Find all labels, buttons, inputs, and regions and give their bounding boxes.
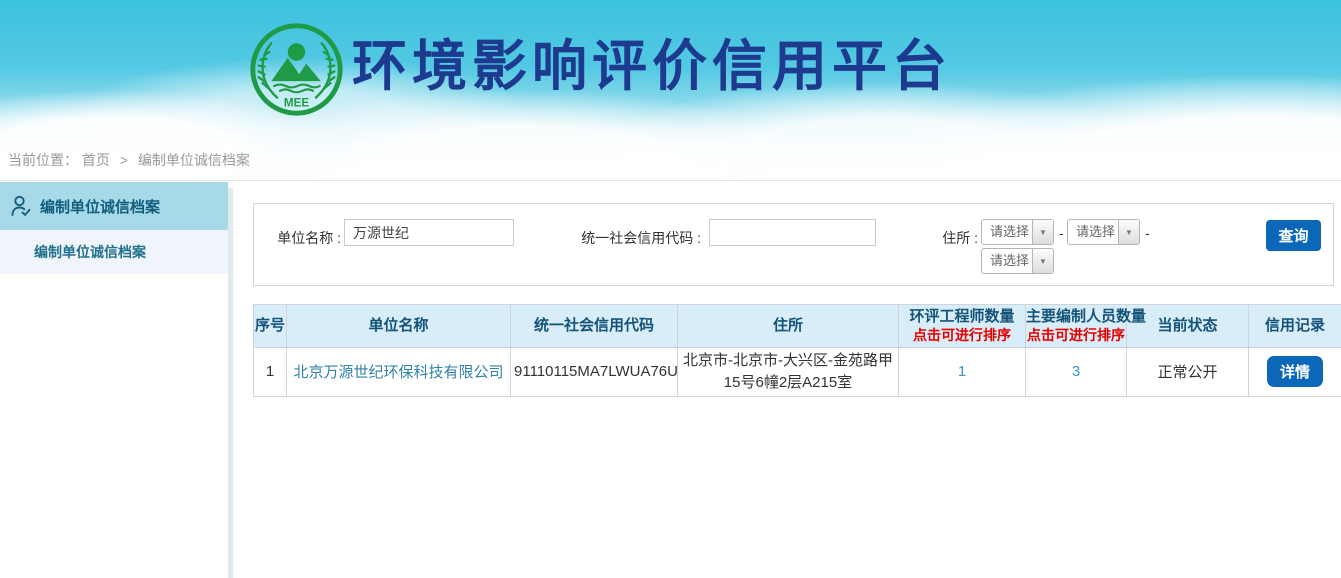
dropdown-arrow-icon[interactable]: ▼ [1032, 220, 1053, 244]
cell-address: 北京市-北京市-大兴区-金苑路甲15号6幢2层A215室 [678, 348, 899, 397]
col-header-credit-code: 统一社会信用代码 [511, 305, 678, 348]
detail-button[interactable]: 详情 [1267, 356, 1323, 387]
engineer-count-link[interactable]: 1 [958, 363, 966, 380]
province-select[interactable]: 请选择 ▼ [981, 219, 1054, 245]
credit-code-input[interactable] [709, 219, 876, 246]
breadcrumb: 当前位置： 首页 > 编制单位诚信档案 [8, 150, 250, 170]
col-header-staff-count[interactable]: 主要编制人员数量 点击可进行排序 [1026, 305, 1127, 348]
dropdown-arrow-icon[interactable]: ▼ [1118, 220, 1139, 244]
unit-name-label: 单位名称 : [264, 228, 341, 248]
table-header-row: 序号 单位名称 统一社会信用代码 住所 环评工程师数量 点击可进行排序 主要编制… [254, 305, 1341, 348]
cell-status: 正常公开 [1127, 348, 1249, 397]
sort-hint[interactable]: 点击可进行排序 [1026, 327, 1126, 345]
col-header-engineer-count[interactable]: 环评工程师数量 点击可进行排序 [899, 305, 1026, 348]
breadcrumb-separator: > [120, 152, 128, 168]
breadcrumb-label: 当前位置： [8, 152, 78, 168]
sidebar: 编制单位诚信档案 编制单位诚信档案 [0, 182, 228, 578]
city-select[interactable]: 请选择 ▼ [1067, 219, 1140, 245]
sort-hint[interactable]: 点击可进行排序 [899, 327, 1025, 345]
sidebar-item-label: 编制单位诚信档案 [40, 196, 160, 217]
col-header-index: 序号 [254, 305, 287, 348]
address-label: 住所 : [898, 228, 978, 248]
staff-count-link[interactable]: 3 [1072, 363, 1080, 380]
breadcrumb-home-link[interactable]: 首页 [82, 152, 110, 168]
col-header-credit-record: 信用记录 [1249, 305, 1341, 348]
person-check-icon [9, 194, 33, 218]
sidebar-subitem-label: 编制单位诚信档案 [34, 242, 146, 262]
mee-logo: MEE [248, 21, 345, 118]
unit-name-input[interactable] [344, 219, 514, 246]
company-name-link[interactable]: 北京万源世纪环保科技有限公司 [293, 364, 503, 381]
site-title: 环境影响评价信用平台 [352, 34, 952, 98]
address-dash-1: - [1059, 225, 1064, 241]
district-select-value: 请选择 [982, 249, 1032, 273]
col-header-address: 住所 [678, 305, 899, 348]
city-select-value: 请选择 [1068, 220, 1118, 244]
district-select[interactable]: 请选择 ▼ [981, 248, 1054, 274]
sidebar-subitem-unit-credit-archive[interactable]: 编制单位诚信档案 [0, 230, 228, 274]
col-header-unit-name: 单位名称 [287, 305, 511, 348]
svg-text:MEE: MEE [284, 96, 309, 109]
results-table: 序号 单位名称 统一社会信用代码 住所 环评工程师数量 点击可进行排序 主要编制… [253, 304, 1341, 397]
province-select-value: 请选择 [982, 220, 1032, 244]
sidebar-item-unit-credit-archive[interactable]: 编制单位诚信档案 [0, 182, 228, 230]
breadcrumb-current: 编制单位诚信档案 [138, 152, 250, 168]
search-panel: 单位名称 : 统一社会信用代码 : 住所 : 请选择 ▼ - 请选择 ▼ - 请… [253, 203, 1334, 286]
query-button[interactable]: 查询 [1266, 220, 1321, 251]
header-banner: MEE 环境影响评价信用平台 当前位置： 首页 > 编制单位诚信档案 [0, 0, 1341, 181]
cell-index: 1 [254, 348, 287, 397]
credit-code-label: 统一社会信用代码 : [551, 228, 701, 248]
page: MEE 环境影响评价信用平台 当前位置： 首页 > 编制单位诚信档案 编制单位诚… [0, 0, 1341, 578]
dropdown-arrow-icon[interactable]: ▼ [1032, 249, 1053, 273]
cell-credit-code: 91110115MA7LWUA76U [511, 348, 678, 397]
table-row: 1 北京万源世纪环保科技有限公司 91110115MA7LWUA76U 北京市-… [254, 348, 1341, 397]
mee-logo-icon: MEE [248, 21, 345, 118]
sidebar-divider [228, 188, 233, 578]
address-dash-2: - [1145, 225, 1150, 241]
